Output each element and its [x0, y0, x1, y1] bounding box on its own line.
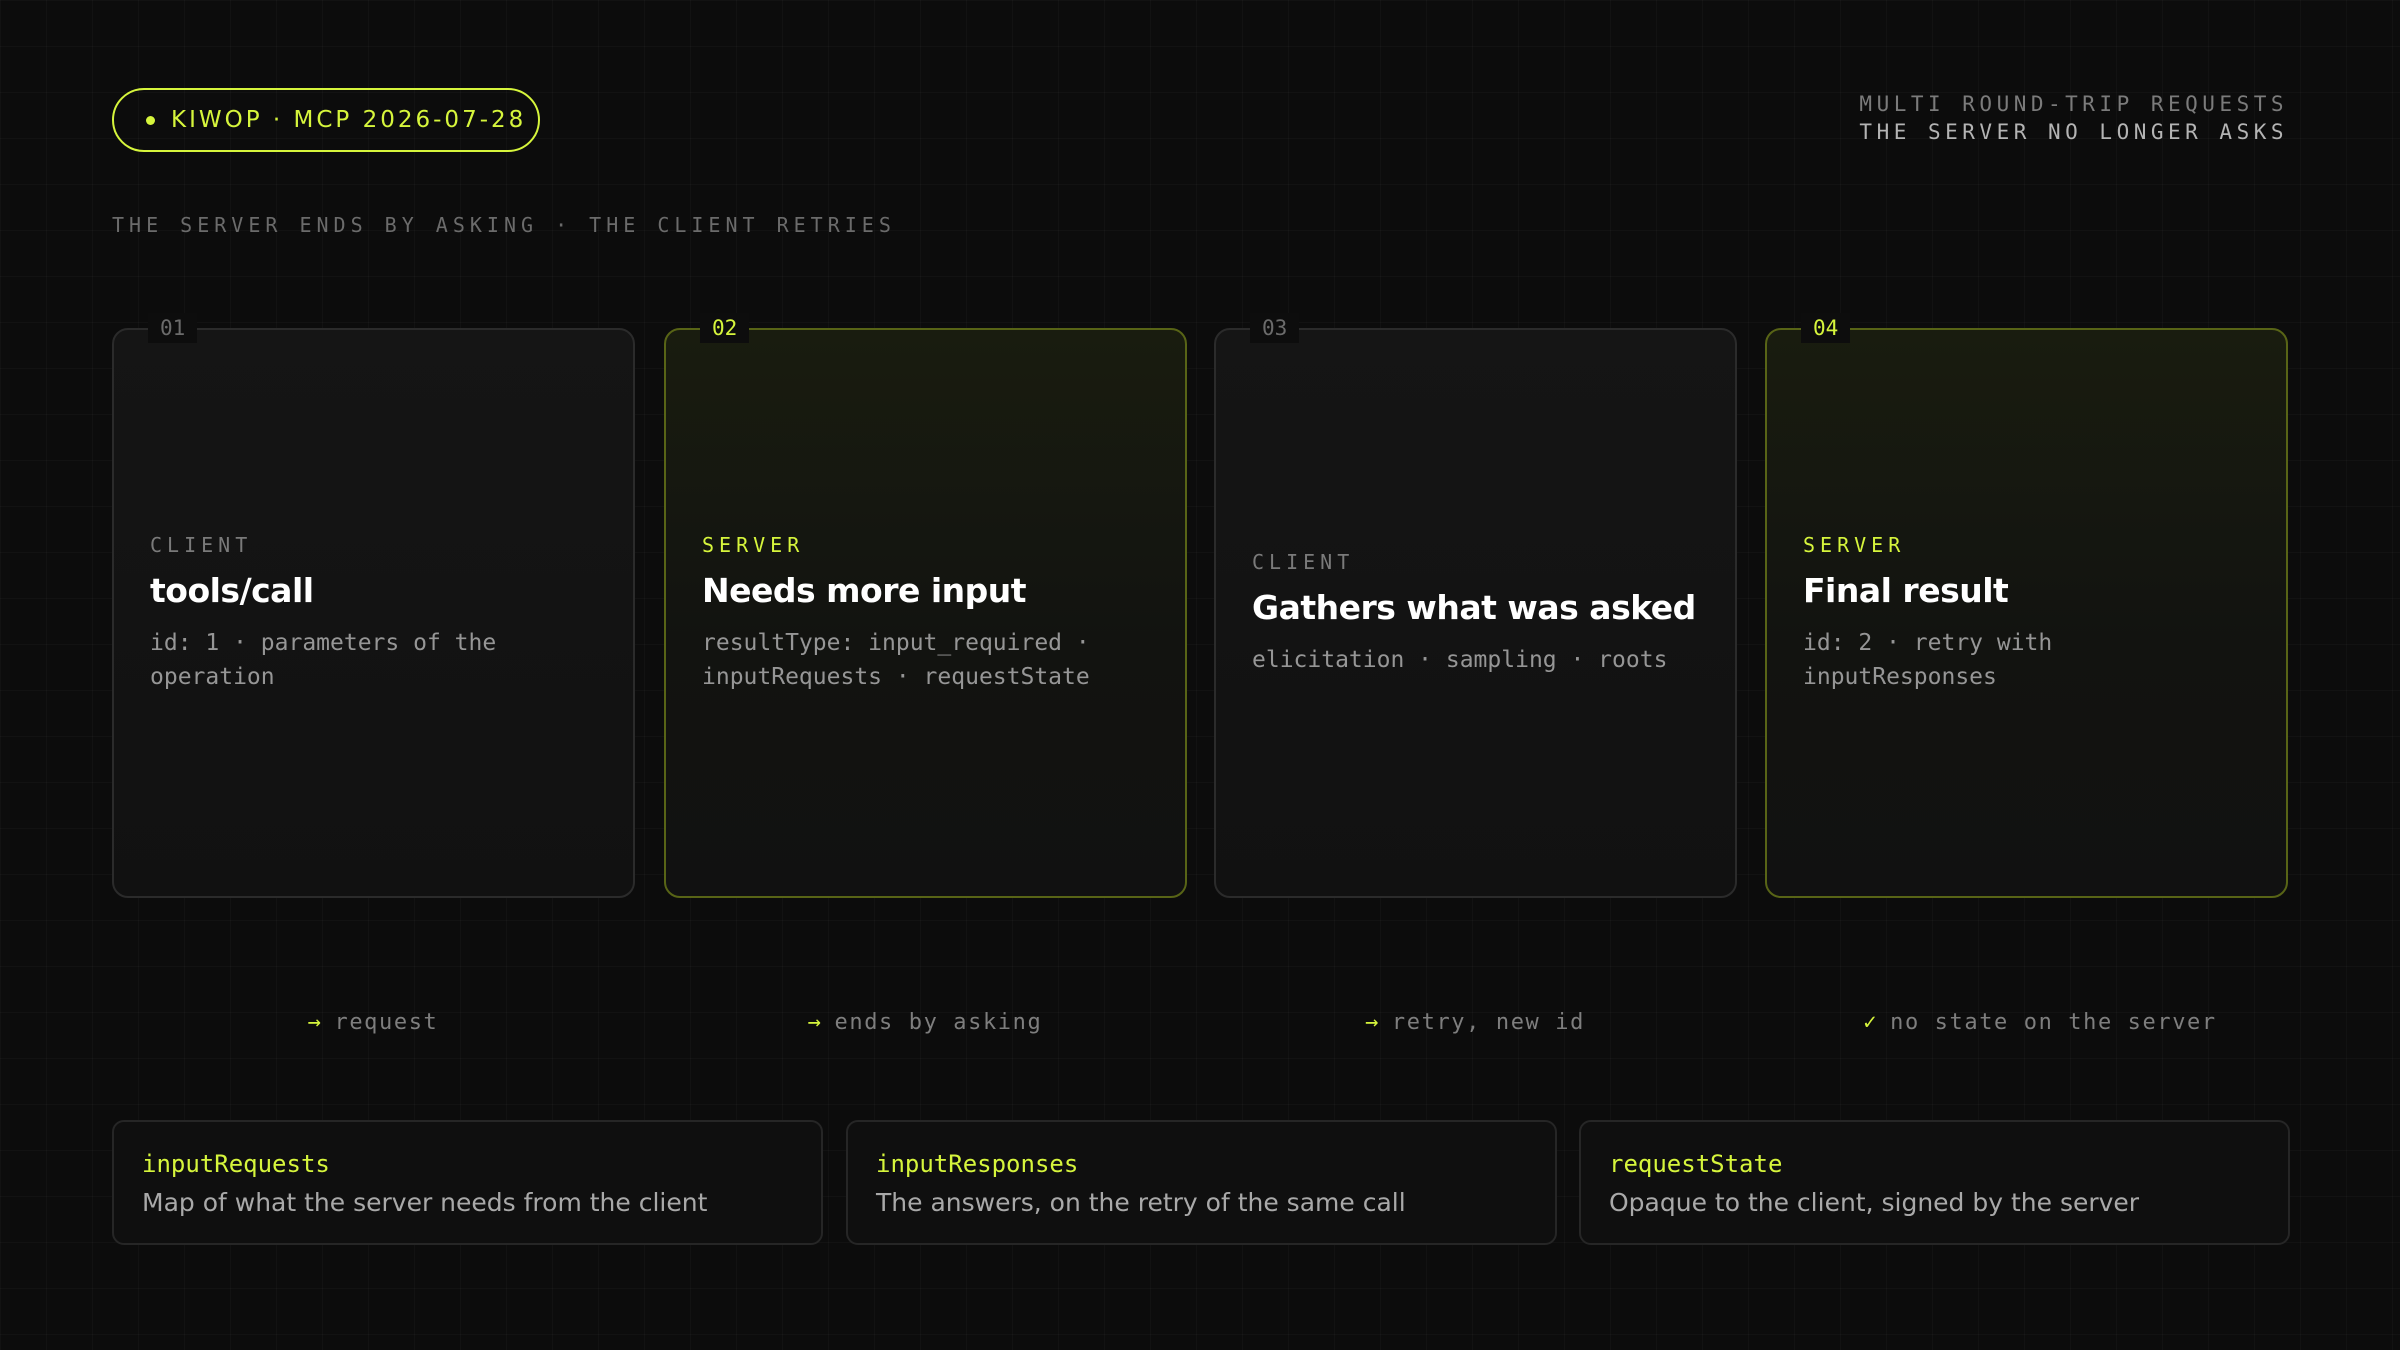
flow-caption-4: ✓ no state on the server	[1863, 1010, 2216, 1035]
flow-caption-text: request	[334, 1010, 439, 1035]
step-description: id: 1 · parameters of the operation	[150, 629, 497, 690]
step-title: Needs more input	[702, 570, 1027, 610]
step-role: CLIENT	[1252, 549, 1355, 574]
flow-caption-2: → ends by asking	[808, 1010, 1043, 1035]
step-role: SERVER	[702, 532, 805, 557]
step-title: tools/call	[150, 570, 314, 610]
flow-caption-text: retry, new id	[1391, 1010, 1585, 1035]
glossary-term: inputResponses	[876, 1150, 1079, 1178]
step-description: id: 2 · retry with inputResponses	[1803, 629, 2053, 690]
step-role: SERVER	[1803, 532, 1906, 557]
glossary-card-input-responses: inputResponses The answers, on the retry…	[846, 1120, 1557, 1245]
header-caption: MULTI ROUND-TRIP REQUESTS THE SERVER NO …	[1859, 90, 2288, 146]
step-card-1: 01 CLIENT tools/call id: 1 · parameters …	[112, 313, 635, 898]
glossary-term: requestState	[1609, 1150, 1783, 1178]
step-description: elicitation · sampling · roots	[1252, 646, 1668, 673]
header-caption-line-2: THE SERVER NO LONGER ASKS	[1859, 120, 2288, 144]
step-card-2: 02 SERVER Needs more input resultType: i…	[664, 313, 1187, 898]
flow-caption-text: no state on the server	[1890, 1010, 2217, 1035]
brand-label: KIWOP · MCP 2026-07-28	[171, 107, 527, 133]
glossary-card-request-state: requestState Opaque to the client, signe…	[1579, 1120, 2290, 1245]
step-title: Gathers what was asked	[1252, 587, 1696, 627]
arrow-right-icon: →	[807, 1010, 823, 1035]
step-card-4: 04 SERVER Final result id: 2 · retry wit…	[1765, 313, 2288, 898]
glossary-definition: Opaque to the client, signed by the serv…	[1609, 1188, 2140, 1217]
glossary-term: inputRequests	[142, 1150, 330, 1178]
page-subtitle: THE SERVER ENDS BY ASKING · THE CLIENT R…	[112, 213, 896, 237]
flow-caption-text: ends by asking	[834, 1010, 1043, 1035]
arrow-right-icon: →	[307, 1010, 323, 1035]
arrow-right-icon: →	[1365, 1010, 1380, 1035]
glossary-definition: The answers, on the retry of the same ca…	[876, 1188, 1406, 1217]
header-caption-line-1: MULTI ROUND-TRIP REQUESTS	[1859, 92, 2288, 116]
step-role: CLIENT	[150, 532, 253, 557]
step-description: resultType: input_required · inputReques…	[702, 629, 1090, 690]
glossary-card-input-requests: inputRequests Map of what the server nee…	[112, 1120, 823, 1245]
status-dot-icon	[146, 115, 155, 125]
brand-badge: KIWOP · MCP 2026-07-28	[112, 88, 540, 152]
check-icon: ✓	[1863, 1010, 1879, 1035]
step-title: Final result	[1803, 570, 2009, 610]
step-card-3: 03 CLIENT Gathers what was asked elicita…	[1214, 313, 1737, 898]
flow-caption-1: → request	[308, 1010, 439, 1035]
flow-caption-3: → retry, new id	[1365, 1010, 1585, 1035]
glossary-definition: Map of what the server needs from the cl…	[142, 1188, 708, 1217]
